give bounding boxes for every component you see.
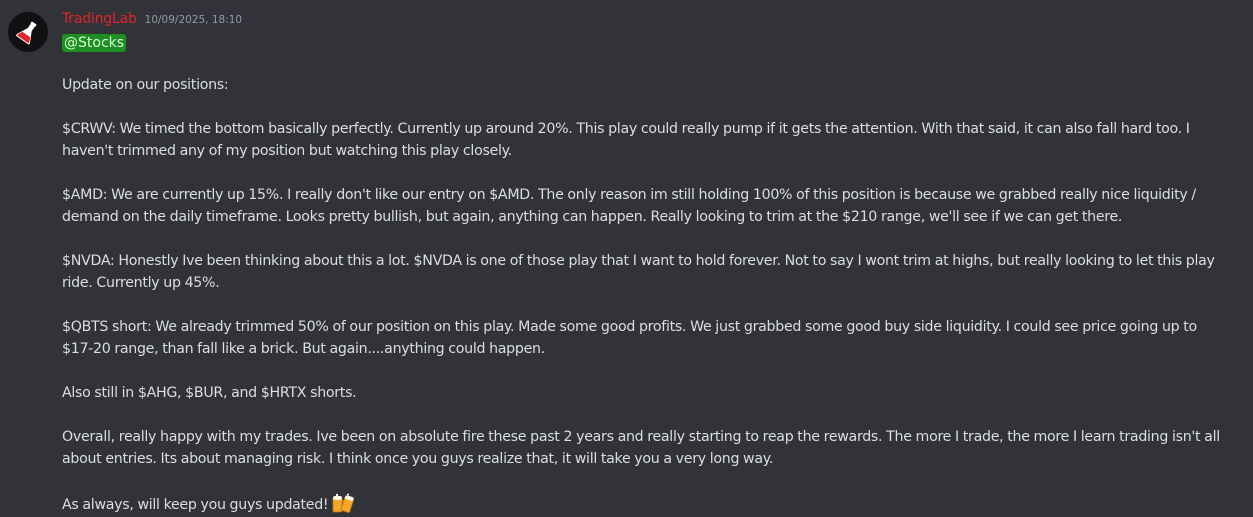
message-body: Update on our positions: $CRWV: We timed… (62, 74, 1222, 516)
mention-line: @Stocks (62, 32, 127, 52)
role-mention[interactable]: @Stocks (62, 34, 127, 52)
message-paragraph: Also still in $AHG, $BUR, and $HRTX shor… (62, 385, 357, 401)
message-paragraph: Update on our positions: (62, 77, 229, 93)
message-paragraph: $CRWV: We timed the bottom basically per… (62, 121, 1190, 159)
avatar[interactable] (8, 12, 48, 52)
author-name[interactable]: TradingLab (62, 11, 137, 27)
message-header: TradingLab 10/09/2025, 18:10 (62, 11, 242, 31)
message-text: As always, will keep you guys updated! (62, 497, 329, 513)
message-paragraph: Overall, really happy with my trades. Iv… (62, 429, 1220, 467)
beers-emoji[interactable] (331, 492, 355, 514)
message-paragraph: $NVDA: Honestly Ive been thinking about … (62, 253, 1215, 291)
message-paragraph-last: As always, will keep you guys updated! (62, 492, 1222, 516)
chat-message: TradingLab 10/09/2025, 18:10 @Stocks Upd… (0, 0, 1253, 517)
message-paragraph: $QBTS short: We already trimmed 50% of o… (62, 319, 1197, 357)
message-timestamp[interactable]: 10/09/2025, 18:10 (145, 14, 242, 26)
flask-icon (16, 21, 37, 45)
message-paragraph: $AMD: We are currently up 15%. I really … (62, 187, 1196, 225)
